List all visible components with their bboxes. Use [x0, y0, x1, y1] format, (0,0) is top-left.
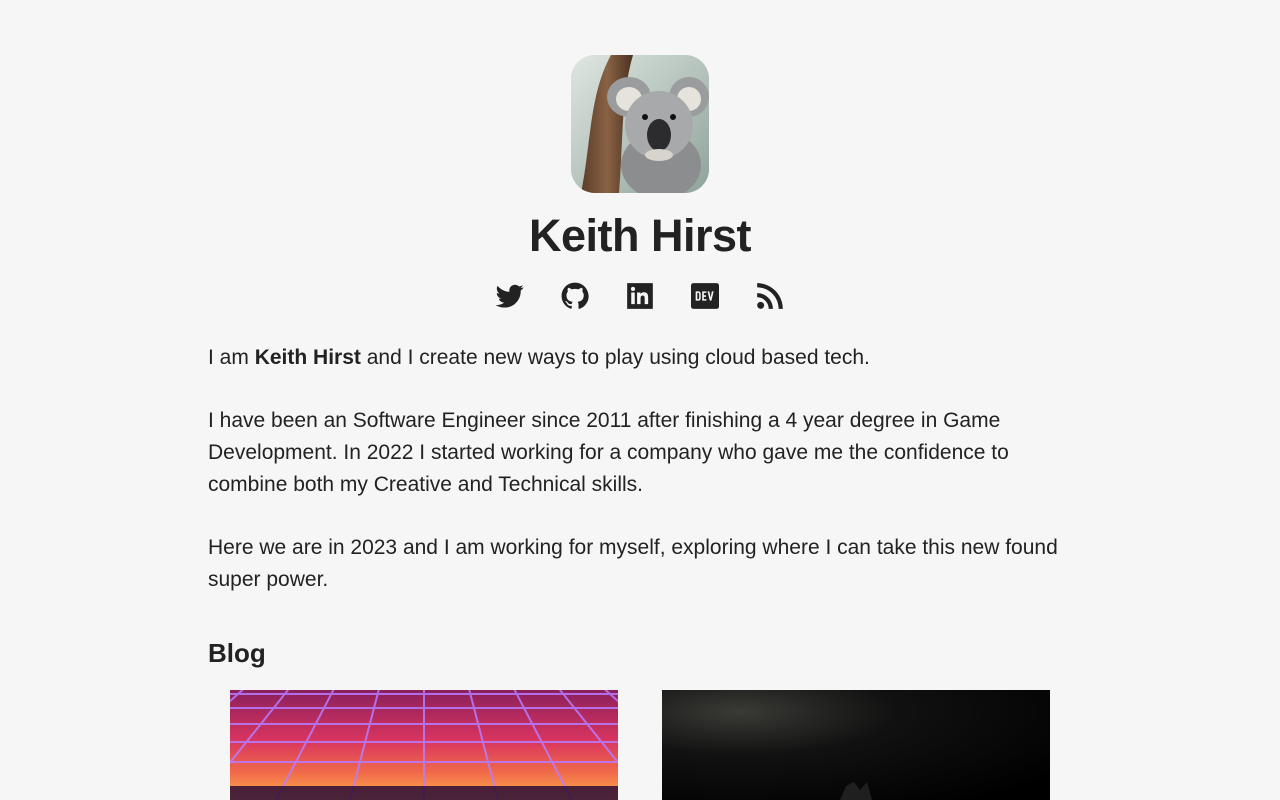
twitter-link[interactable]	[496, 282, 524, 310]
twitter-icon	[496, 284, 524, 308]
social-links	[0, 282, 1280, 310]
linkedin-link[interactable]	[626, 282, 654, 310]
intro-paragraph: I am Keith Hirst and I create new ways t…	[208, 342, 1078, 374]
dev-icon	[691, 283, 719, 309]
blog-card[interactable]	[230, 690, 618, 800]
intro-name: Keith Hirst	[254, 346, 361, 369]
github-link[interactable]	[561, 282, 589, 310]
blog-card-image	[662, 690, 1050, 800]
linkedin-icon	[627, 283, 653, 309]
page-title: Keith Hirst	[528, 210, 752, 261]
blog-card-image	[230, 690, 618, 800]
dev-link[interactable]	[691, 282, 719, 310]
blog-card[interactable]	[662, 690, 1050, 800]
blog-heading: Blog	[208, 638, 266, 668]
bio-paragraph: I have been an Software Engineer since 2…	[208, 409, 1009, 496]
avatar	[571, 55, 709, 193]
intro-prefix: I am	[208, 346, 249, 369]
bio-paragraph: Here we are in 2023 and I am working for…	[208, 536, 1058, 591]
rss-icon	[757, 283, 783, 309]
github-icon	[561, 282, 589, 309]
rss-link[interactable]	[756, 282, 784, 310]
intro-suffix: and I create new ways to play using clou…	[366, 346, 870, 369]
bio-section: I am Keith Hirst and I create new ways t…	[208, 342, 1078, 627]
koala-image	[571, 55, 709, 193]
